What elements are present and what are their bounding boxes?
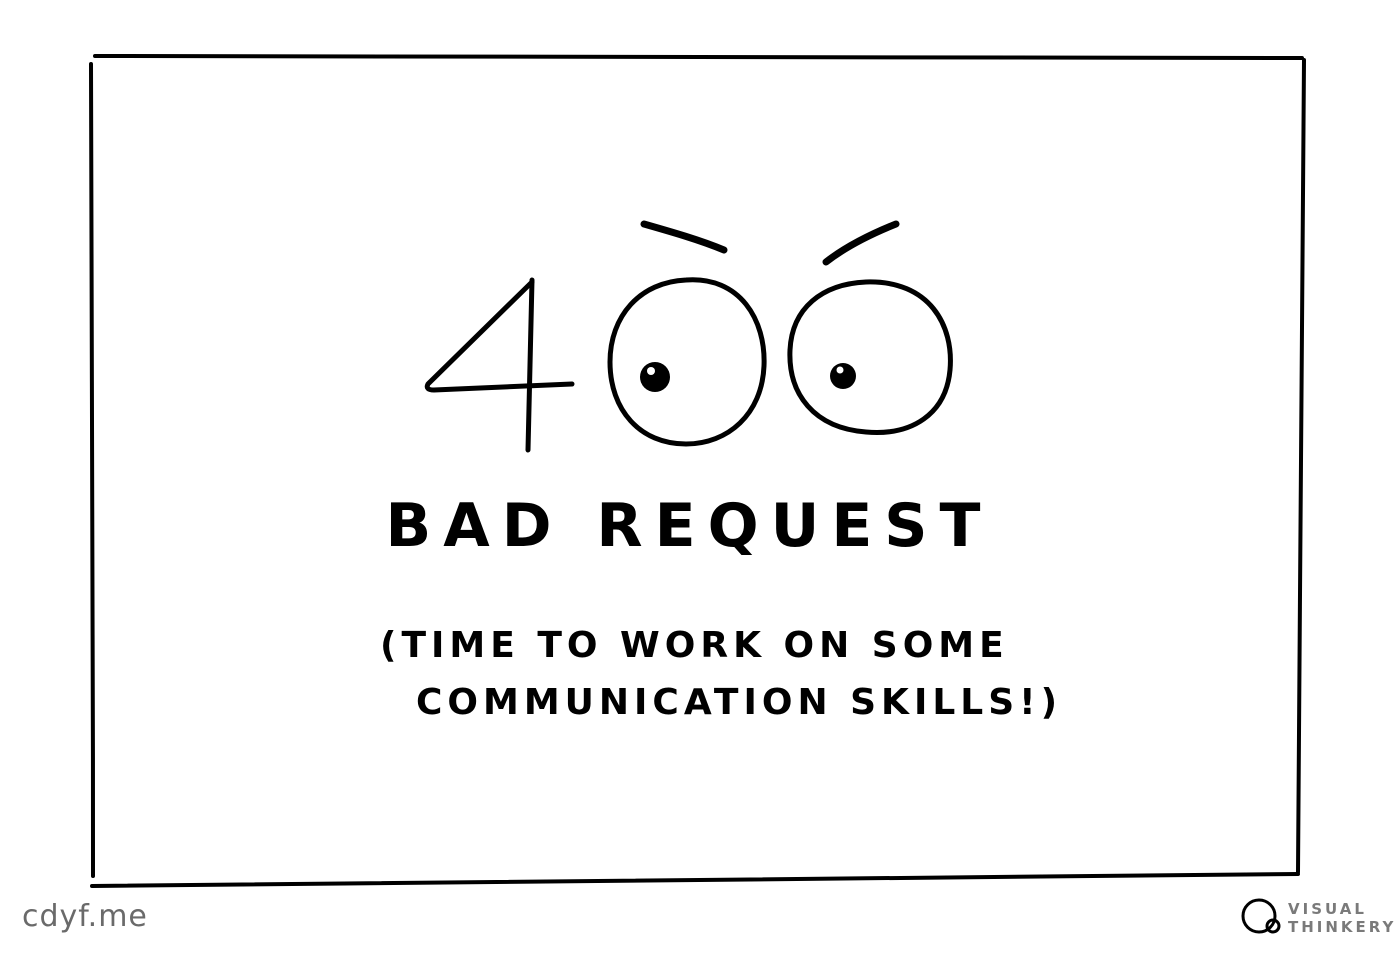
right-pupil bbox=[830, 363, 856, 389]
frame-left-line bbox=[89, 62, 95, 878]
left-eye bbox=[607, 277, 767, 447]
subtitle-line-2: COMMUNICATION SKILLS!) bbox=[416, 682, 1062, 723]
site-link[interactable]: cdyf.me bbox=[22, 899, 148, 934]
digit-four-diagonal bbox=[424, 279, 575, 393]
left-pupil bbox=[640, 362, 670, 392]
digit-four-stem bbox=[525, 277, 535, 453]
page-canvas: 4 BAD REQUEST (TIME TO WORK ON SOME COMM… bbox=[0, 0, 1394, 957]
frame-bottom-line bbox=[90, 872, 1300, 888]
frame-top-line bbox=[93, 53, 1304, 60]
right-eye bbox=[787, 279, 953, 435]
subtitle-line-1: (TIME TO WORK ON SOME bbox=[380, 625, 1009, 666]
digit-four: 4 bbox=[424, 277, 575, 453]
frame bbox=[89, 53, 1306, 888]
frame-right-line bbox=[1296, 58, 1306, 874]
brand-line-2: THINKERY bbox=[1288, 918, 1394, 936]
eye-icon bbox=[607, 277, 767, 447]
right-pupil-highlight bbox=[836, 366, 844, 374]
left-eyebrow-icon bbox=[640, 220, 728, 254]
right-eyebrow-icon bbox=[822, 220, 900, 266]
illustration: 4 BAD REQUEST (TIME TO WORK ON SOME COMM… bbox=[22, 53, 1394, 936]
left-pupil-highlight bbox=[647, 367, 655, 375]
brand-line-1: VISUAL bbox=[1288, 900, 1367, 918]
magnifier-logo-icon bbox=[1241, 898, 1277, 934]
page-title: BAD REQUEST bbox=[386, 491, 993, 561]
eye-icon bbox=[787, 279, 953, 435]
brand-logo: VISUAL THINKERY bbox=[1241, 898, 1394, 936]
